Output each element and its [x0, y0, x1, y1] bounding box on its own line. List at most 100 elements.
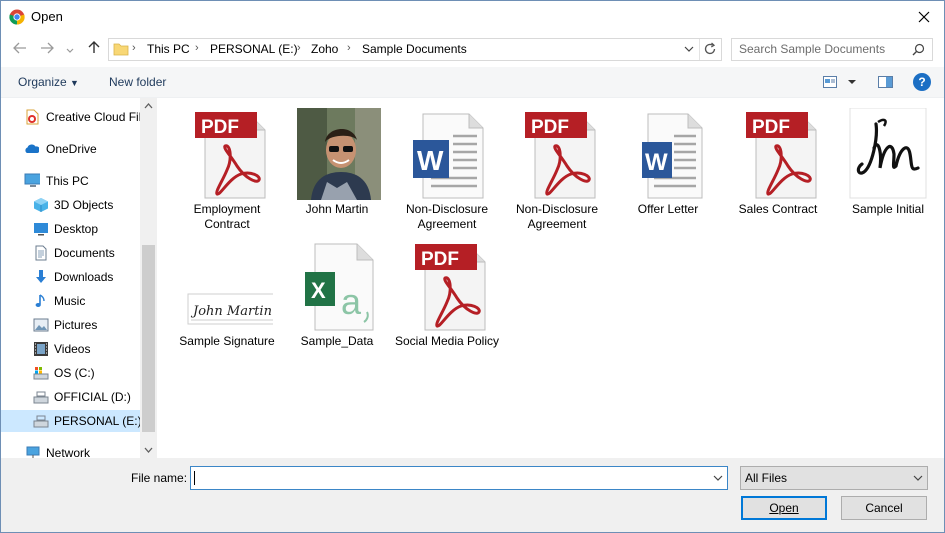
- scroll-up-icon[interactable]: [144, 103, 153, 109]
- file-name: Non-Disclosure Agreement: [405, 202, 489, 231]
- svg-text:PDF: PDF: [752, 117, 790, 138]
- drive-icon: [33, 415, 49, 428]
- svg-text:a: a: [341, 281, 362, 322]
- photo-thumbnail-icon: [297, 108, 381, 200]
- sidebar-item-3d-objects[interactable]: 3D Objects: [1, 194, 140, 216]
- window-title: Open: [31, 9, 63, 24]
- open-button-label: Open: [769, 501, 799, 515]
- chevron-down-icon[interactable]: [684, 46, 694, 53]
- breadcrumb-separator: ›: [347, 42, 351, 54]
- file-item[interactable]: PDF Employment Contract: [173, 108, 281, 238]
- address-bar[interactable]: › This PC › PERSONAL (E:) › Zoho › Sampl…: [108, 38, 722, 61]
- file-item[interactable]: X a Sample_Data: [283, 240, 391, 370]
- search-icon: [912, 43, 925, 56]
- onedrive-icon: [25, 144, 39, 153]
- sidebar-item-downloads[interactable]: Downloads: [1, 266, 140, 288]
- signature-image-icon: John Martin: [187, 293, 273, 325]
- forward-button[interactable]: [37, 39, 57, 59]
- sidebar-item-os-c[interactable]: OS (C:): [1, 362, 140, 384]
- sidebar-item-onedrive[interactable]: OneDrive: [1, 138, 140, 160]
- videos-icon: [34, 342, 48, 356]
- word-file-icon: W: [413, 113, 484, 199]
- breadcrumb-zoho[interactable]: Zoho: [311, 42, 338, 56]
- chrome-icon: [9, 9, 25, 25]
- excel-file-icon: X a: [305, 243, 374, 331]
- cancel-button[interactable]: Cancel: [841, 496, 927, 520]
- file-item[interactable]: John Martin Sample Signature: [173, 240, 281, 370]
- breadcrumb-separator: ›: [297, 42, 301, 54]
- chevron-down-icon: [913, 475, 923, 481]
- view-options-icon[interactable]: [823, 76, 837, 88]
- pdf-file-icon: PDF: [746, 112, 817, 199]
- file-item[interactable]: W Non-Disclosure Agreement: [393, 108, 501, 238]
- file-name: John Martin: [305, 202, 369, 216]
- breadcrumb-this-pc[interactable]: This PC: [147, 42, 190, 56]
- back-button[interactable]: [10, 39, 30, 59]
- refresh-icon[interactable]: [703, 42, 717, 56]
- svg-text:John Martin: John Martin: [190, 304, 272, 319]
- file-name: Sample Initial: [851, 202, 925, 216]
- breadcrumb-personal[interactable]: PERSONAL (E:): [210, 42, 298, 56]
- title-bar: Open: [1, 1, 944, 33]
- divider: [699, 39, 700, 60]
- footer-panel: File name: All Files Open Cancel: [1, 458, 944, 532]
- drive-icon: [33, 367, 49, 380]
- sidebar-item-network[interactable]: Network: [1, 442, 140, 458]
- up-button[interactable]: [84, 39, 104, 59]
- chevron-down-icon[interactable]: [713, 475, 723, 482]
- new-folder-button[interactable]: New folder: [109, 75, 166, 89]
- sidebar-item-personal-e[interactable]: PERSONAL (E:): [1, 410, 142, 432]
- svg-text:X: X: [311, 278, 326, 303]
- sidebar-item-videos[interactable]: Videos: [1, 338, 140, 360]
- sidebar-item-desktop[interactable]: Desktop: [1, 218, 140, 240]
- navigation-pane: Creative Cloud Fil OneDrive This PC 3D O…: [1, 98, 157, 458]
- sidebar-item-pictures[interactable]: Pictures: [1, 314, 140, 336]
- sidebar-item-this-pc[interactable]: This PC: [1, 170, 140, 192]
- recent-locations-button[interactable]: [63, 39, 77, 59]
- chevron-down-icon: [66, 48, 74, 53]
- creative-cloud-icon: [26, 109, 39, 125]
- file-type-select[interactable]: All Files: [740, 466, 928, 490]
- folder-icon: [113, 43, 129, 56]
- file-item[interactable]: W Offer Letter: [614, 108, 722, 238]
- pdf-file-icon: PDF: [195, 112, 266, 199]
- breadcrumb-separator: ›: [195, 42, 199, 54]
- search-placeholder: Search Sample Documents: [739, 42, 886, 56]
- arrow-right-icon: [41, 42, 54, 54]
- open-dialog: Open › This PC › PERSONAL (E:) › Zoho › …: [0, 0, 945, 533]
- file-item[interactable]: Sample Initial: [834, 108, 942, 238]
- file-name: Sales Contract: [738, 202, 818, 216]
- sidebar-item-documents[interactable]: Documents: [1, 242, 140, 264]
- file-item[interactable]: John Martin: [283, 108, 391, 238]
- close-button[interactable]: [912, 5, 936, 29]
- svg-text:PDF: PDF: [421, 249, 459, 270]
- arrow-up-icon: [88, 41, 100, 53]
- file-item[interactable]: PDF Non-Disclosure Agreement: [503, 108, 611, 238]
- 3d-objects-icon: [34, 198, 48, 212]
- arrow-left-icon: [13, 42, 26, 54]
- close-icon: [918, 11, 930, 23]
- svg-text:PDF: PDF: [201, 117, 239, 138]
- sidebar-scroll-thumb[interactable]: [142, 245, 155, 432]
- organize-button[interactable]: Organize ▼: [18, 75, 79, 89]
- scroll-down-icon[interactable]: [144, 447, 153, 453]
- file-name-input[interactable]: [190, 466, 728, 490]
- svg-text:PDF: PDF: [531, 117, 569, 138]
- chevron-down-icon[interactable]: [848, 80, 856, 85]
- file-item[interactable]: PDF Social Media Policy: [393, 240, 501, 370]
- network-icon: [26, 446, 40, 458]
- breadcrumb-sample-documents[interactable]: Sample Documents: [362, 42, 467, 56]
- command-bar: Organize ▼ New folder ?: [1, 67, 944, 98]
- file-item[interactable]: PDF Sales Contract: [724, 108, 832, 238]
- sidebar-item-official-d[interactable]: OFFICIAL (D:): [1, 386, 140, 408]
- open-button[interactable]: Open: [741, 496, 827, 520]
- svg-text:W: W: [417, 145, 444, 176]
- file-name: Employment Contract: [193, 202, 261, 231]
- help-icon[interactable]: ?: [913, 73, 931, 91]
- preview-pane-icon[interactable]: [878, 76, 893, 88]
- word-file-icon: W: [642, 113, 703, 199]
- sidebar-item-creative-cloud[interactable]: Creative Cloud Fil: [1, 106, 141, 128]
- search-box[interactable]: Search Sample Documents: [731, 38, 933, 61]
- sidebar-item-music[interactable]: Music: [1, 290, 140, 312]
- this-pc-icon: [24, 173, 40, 187]
